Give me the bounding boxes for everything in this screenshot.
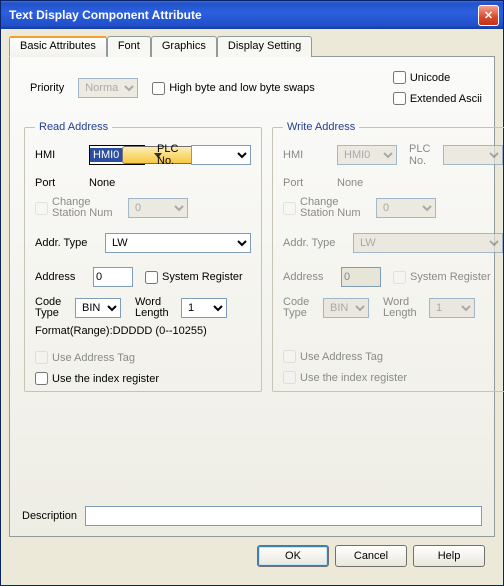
tabstrip: Basic Attributes Font Graphics Display S… [9,35,495,57]
write-word-length-select: 1 [429,298,475,318]
write-hmi-label: HMI [283,149,331,161]
window-title: Text Display Component Attribute [9,8,478,22]
close-button[interactable]: ✕ [478,5,499,26]
write-word-length-label: Word Length [383,297,423,319]
ok-button[interactable]: OK [257,545,329,567]
read-plc-select[interactable] [191,145,251,165]
write-legend: Write Address [283,121,359,133]
write-use-index-reg-checkbox: Use the index register [283,371,407,384]
write-plc-select [443,145,503,165]
read-word-length-select[interactable]: 1 [181,298,227,318]
read-format-label: Format(Range):DDDDD (0--10255) [35,325,207,337]
read-code-type-select[interactable]: BIN [75,298,121,318]
right-options: Unicode Extended Ascii [393,71,482,105]
tab-basic-attributes[interactable]: Basic Attributes [9,36,107,57]
help-button[interactable]: Help [413,545,485,567]
swap-bytes-checkbox[interactable]: High byte and low byte swaps [152,82,315,95]
read-hmi-select[interactable]: HMI0 [89,145,145,165]
write-plc-label: PLC No. [409,143,437,167]
read-word-length-label: Word Length [135,297,175,319]
read-port-value: None [89,177,115,189]
write-port-value: None [337,177,363,189]
tab-graphics[interactable]: Graphics [151,36,217,57]
read-change-station-select: 0 [128,198,188,218]
read-addr-type-select[interactable]: LW [105,233,251,253]
read-legend: Read Address [35,121,112,133]
read-address-group: Read Address HMI HMI0 PLC No. Port None [24,121,262,392]
read-addr-type-label: Addr. Type [35,237,99,249]
read-use-index-reg-checkbox[interactable]: Use the index register [35,372,159,385]
write-change-station-select: 0 [376,198,436,218]
priority-select: Normal [78,78,138,98]
read-hmi-label: HMI [35,149,83,161]
extended-ascii-input[interactable] [393,92,406,105]
cancel-button[interactable]: Cancel [335,545,407,567]
read-address-label: Address [35,271,87,283]
read-use-addr-tag-checkbox: Use Address Tag [35,351,135,364]
read-code-type-label: Code Type [35,297,69,319]
description-input[interactable] [85,506,482,526]
read-plc-label: PLC No. [157,143,185,167]
tab-font[interactable]: Font [107,36,151,57]
read-system-register-checkbox[interactable]: System Register [145,271,243,284]
unicode-checkbox[interactable]: Unicode [393,71,450,84]
write-address-label: Address [283,271,335,283]
dialog-window: Text Display Component Attribute ✕ Basic… [0,0,504,586]
unicode-input[interactable] [393,71,406,84]
tab-display-setting[interactable]: Display Setting [217,36,312,57]
extended-ascii-checkbox[interactable]: Extended Ascii [393,92,482,105]
write-port-label: Port [283,177,331,189]
write-code-type-label: Code Type [283,297,317,319]
priority-row: Priority Normal High byte and low byte s… [22,71,482,105]
client-area: Basic Attributes Font Graphics Display S… [1,29,503,585]
write-hmi-select: HMI0 [337,145,397,165]
write-addr-type-label: Addr. Type [283,237,347,249]
write-addr-type-select: LW [353,233,503,253]
description-row: Description [22,492,482,526]
description-label: Description [22,510,77,522]
titlebar: Text Display Component Attribute ✕ [1,1,503,29]
write-change-station-checkbox: Change Station Num [283,197,370,219]
write-code-type-select: BIN [323,298,369,318]
tab-panel-basic: Priority Normal High byte and low byte s… [9,57,495,537]
priority-label: Priority [30,82,64,94]
dialog-footer: OK Cancel Help [9,537,495,577]
swap-bytes-input[interactable] [152,82,165,95]
close-icon: ✕ [484,9,493,22]
address-area: Read Address HMI HMI0 PLC No. Port None [22,121,482,392]
read-change-station-checkbox: Change Station Num [35,197,122,219]
write-system-register-checkbox: System Register [393,271,491,284]
write-address-group: Write Address HMI HMI0 PLC No. Port None [272,121,504,392]
read-port-label: Port [35,177,83,189]
read-address-input[interactable] [93,267,133,287]
write-use-addr-tag-checkbox: Use Address Tag [283,350,383,363]
write-address-input [341,267,381,287]
